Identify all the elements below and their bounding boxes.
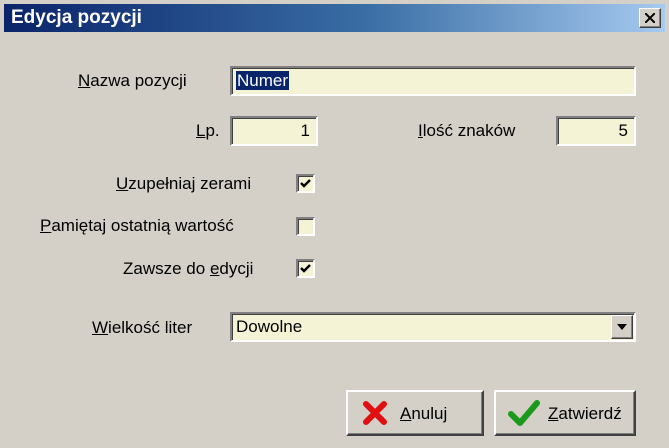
- close-icon: [645, 13, 655, 23]
- check-icon: [300, 179, 311, 188]
- name-label: Nazwa pozycji: [78, 71, 187, 90]
- confirm-button[interactable]: Zatwierdź: [494, 390, 636, 436]
- chars-label: Ilość znaków: [418, 121, 516, 140]
- name-input[interactable]: Numer: [230, 66, 636, 96]
- always-edit-checkbox[interactable]: [296, 259, 315, 278]
- always-edit-label: Zawsze do edycji: [123, 259, 254, 278]
- cancel-label: Anuluj: [400, 404, 448, 423]
- green-check-icon: [508, 400, 540, 426]
- dropdown-button[interactable]: [611, 315, 633, 339]
- letter-case-select[interactable]: Dowolne: [230, 312, 636, 342]
- confirm-label: Zatwierdź: [548, 404, 622, 423]
- check-icon: [300, 264, 311, 273]
- fill-zeros-checkbox[interactable]: [296, 174, 315, 193]
- close-button[interactable]: [639, 8, 661, 28]
- window-title: Edycja pozycji: [11, 7, 142, 28]
- letter-case-label: Wielkość liter: [92, 318, 193, 337]
- title-bar[interactable]: Edycja pozycji: [4, 4, 665, 32]
- chars-value: 5: [618, 121, 628, 140]
- red-x-icon: [363, 401, 387, 425]
- name-value: Numer: [236, 71, 290, 90]
- lp-label: Lp.: [196, 121, 220, 140]
- chars-input[interactable]: 5: [556, 116, 636, 146]
- remember-last-label: Pamiętaj ostatnią wartość: [40, 216, 234, 235]
- cancel-button[interactable]: Anuluj: [346, 390, 484, 436]
- lp-input[interactable]: 1: [230, 116, 318, 146]
- fill-zeros-label: Uzupełniaj zerami: [116, 174, 252, 193]
- lp-value: 1: [300, 121, 310, 140]
- letter-case-value: Dowolne: [236, 317, 303, 336]
- remember-last-checkbox[interactable]: [296, 217, 315, 236]
- dialog-window: Edycja pozycji Nazwa pozycji Numer Lp. 1…: [0, 0, 669, 448]
- chevron-down-icon: [617, 324, 627, 330]
